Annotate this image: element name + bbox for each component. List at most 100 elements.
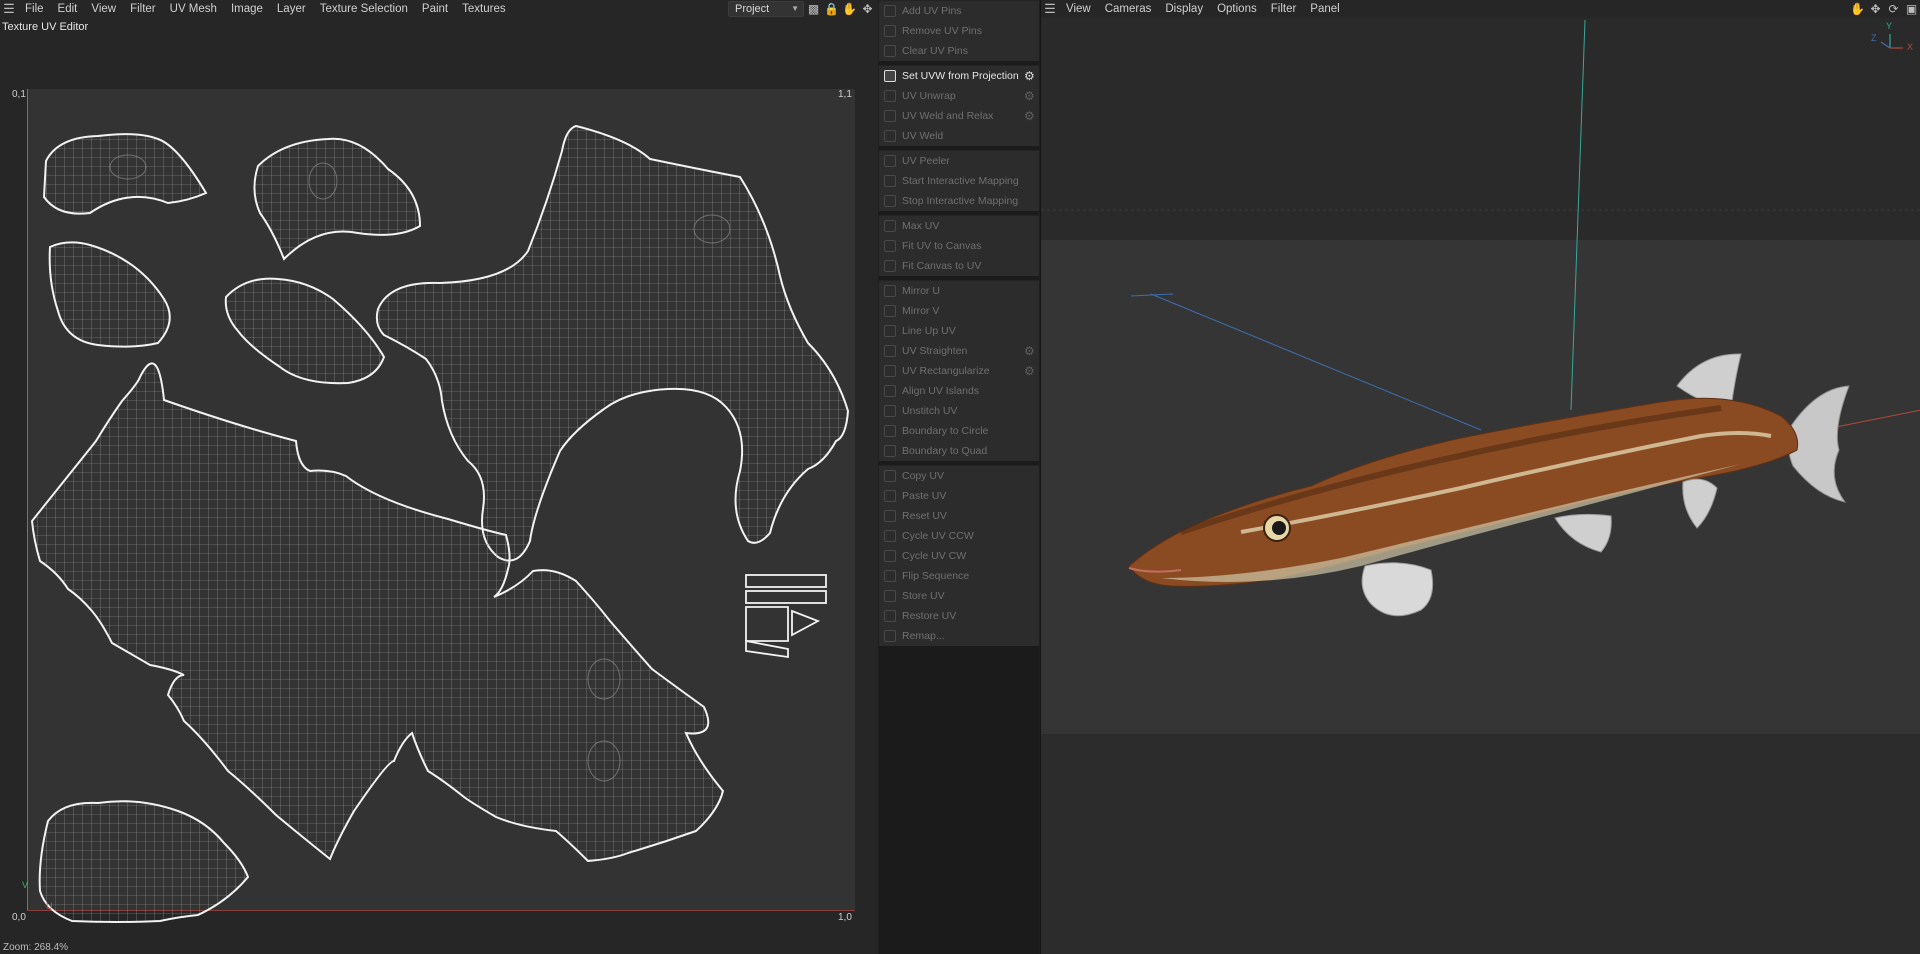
project-dropdown-value: Project — [735, 3, 770, 15]
y-axis-line — [1570, 19, 1586, 411]
command-boundary-to-quad[interactable]: Boundary to Quad — [879, 441, 1039, 461]
gear-icon[interactable]: ⚙ — [1024, 90, 1036, 102]
command-reset-uv[interactable]: Reset UV — [879, 506, 1039, 526]
start-interactive-mapping-icon — [884, 175, 896, 187]
clear-uv-pins-icon — [884, 45, 896, 57]
command-label: Flip Sequence — [902, 570, 970, 582]
command-fit-uv-to-canvas[interactable]: Fit UV to Canvas — [879, 236, 1039, 256]
menu-edit[interactable]: Edit — [51, 0, 85, 18]
command-mirror-u[interactable]: Mirror U — [879, 281, 1039, 301]
gear-icon[interactable]: ⚙ — [1024, 70, 1036, 82]
gear-icon[interactable]: ⚙ — [1024, 110, 1036, 122]
command-uv-unwrap[interactable]: UV Unwrap ⚙ — [879, 86, 1039, 106]
reset-uv-icon — [884, 510, 896, 522]
hand-icon[interactable]: ✋ — [1850, 1, 1865, 16]
uv-island-body-main — [30, 362, 725, 863]
menu-options[interactable]: Options — [1210, 0, 1264, 18]
command-stop-interactive-mapping[interactable]: Stop Interactive Mapping — [879, 191, 1039, 211]
move-icon[interactable]: ✥ — [860, 1, 875, 16]
boundary-to-circle-icon — [884, 425, 896, 437]
menu-texture-selection[interactable]: Texture Selection — [313, 0, 415, 18]
uv-island-head-large — [375, 124, 850, 562]
menu-uv-mesh[interactable]: UV Mesh — [163, 0, 224, 18]
3d-viewport[interactable]: Y Z X — [1041, 18, 1920, 954]
copy-uv-icon — [884, 470, 896, 482]
menu-cameras[interactable]: Cameras — [1098, 0, 1159, 18]
project-dropdown[interactable]: Project ▼ — [728, 1, 804, 17]
command-label: Mirror U — [902, 285, 940, 297]
command-group: Copy UV Paste UV Reset UV Cycle UV CCW Cycle… — [879, 465, 1039, 646]
command-flip-sequence[interactable]: Flip Sequence — [879, 566, 1039, 586]
command-group: UV Peeler Start Interactive Mapping Stop I… — [879, 150, 1039, 211]
unstitch-uv-icon — [884, 405, 896, 417]
command-boundary-to-circle[interactable]: Boundary to Circle — [879, 421, 1039, 441]
menu-image[interactable]: Image — [224, 0, 270, 18]
hand-icon[interactable]: ✋ — [842, 1, 857, 16]
command-uv-weld-and-relax[interactable]: UV Weld and Relax ⚙ — [879, 106, 1039, 126]
lock-icon[interactable]: 🔒 — [824, 1, 839, 16]
command-cycle-uv-ccw[interactable]: Cycle UV CCW — [879, 526, 1039, 546]
menu-filter[interactable]: Filter — [1264, 0, 1304, 18]
command-mirror-v[interactable]: Mirror V — [879, 301, 1039, 321]
gear-icon[interactable]: ⚙ — [1024, 345, 1036, 357]
command-uv-weld[interactable]: UV Weld — [879, 126, 1039, 146]
menu-display[interactable]: Display — [1158, 0, 1210, 18]
3d-scene — [1041, 19, 1920, 617]
menu-paint[interactable]: Paint — [415, 0, 455, 18]
command-uv-rectangularize[interactable]: UV Rectangularize ⚙ — [879, 361, 1039, 381]
menu-layer[interactable]: Layer — [270, 0, 313, 18]
command-set-uvw-from-projection[interactable]: Set UVW from Projection ⚙ — [879, 66, 1039, 86]
menu-filter[interactable]: Filter — [123, 0, 163, 18]
menu-panel[interactable]: Panel — [1303, 0, 1346, 18]
command-add-uv-pins[interactable]: Add UV Pins — [879, 1, 1039, 21]
command-label: Cycle UV CW — [902, 550, 967, 562]
command-fit-canvas-to-uv[interactable]: Fit Canvas to UV — [879, 256, 1039, 276]
command-paste-uv[interactable]: Paste UV — [879, 486, 1039, 506]
uv-small-strip-4 — [791, 609, 821, 637]
rotate-icon[interactable]: ⟳ — [1886, 1, 1901, 16]
command-copy-uv[interactable]: Copy UV — [879, 466, 1039, 486]
uv-island-cheek-mid — [224, 277, 386, 385]
command-restore-uv[interactable]: Restore UV — [879, 606, 1039, 626]
command-label: Remap... — [902, 630, 945, 642]
command-group: Max UV Fit UV to Canvas Fit Canvas to UV — [879, 215, 1039, 276]
layout-icon[interactable]: ▣ — [1904, 1, 1919, 16]
command-group: Mirror U Mirror V Line Up UV UV Straighten ⚙… — [879, 280, 1039, 461]
remap-icon — [884, 630, 896, 642]
uv-small-strip-2 — [745, 590, 827, 604]
v-axis-label: V — [22, 880, 29, 890]
move-icon[interactable]: ✥ — [1868, 1, 1883, 16]
menu-file[interactable]: File — [18, 0, 51, 18]
hamburger-menu-icon[interactable]: ☰ — [1041, 0, 1059, 18]
command-label: Restore UV — [902, 610, 957, 622]
command-unstitch-uv[interactable]: Unstitch UV — [879, 401, 1039, 421]
gear-icon[interactable]: ⚙ — [1024, 365, 1036, 377]
command-uv-peeler[interactable]: UV Peeler — [879, 151, 1039, 171]
menu-textures[interactable]: Textures — [455, 0, 512, 18]
max-uv-icon — [884, 220, 896, 232]
command-remove-uv-pins[interactable]: Remove UV Pins — [879, 21, 1039, 41]
histogram-icon[interactable]: ▩ — [806, 1, 821, 16]
command-uv-straighten[interactable]: UV Straighten ⚙ — [879, 341, 1039, 361]
uv-unwrap-icon — [884, 90, 896, 102]
uv-weld-icon — [884, 130, 896, 142]
fish-pectoral-fin — [1361, 562, 1434, 617]
command-start-interactive-mapping[interactable]: Start Interactive Mapping — [879, 171, 1039, 191]
gizmo-x-label: X — [1907, 42, 1914, 52]
restore-uv-icon — [884, 610, 896, 622]
uv-viewport[interactable]: 0,1 1,1 0,0 1,0 V U — [0, 33, 878, 938]
command-line-up-uv[interactable]: Line Up UV — [879, 321, 1039, 341]
command-cycle-uv-cw[interactable]: Cycle UV CW — [879, 546, 1039, 566]
menu-view[interactable]: View — [1059, 0, 1098, 18]
command-remap[interactable]: Remap... — [879, 626, 1039, 646]
command-clear-uv-pins[interactable]: Clear UV Pins — [879, 41, 1039, 61]
uv-corner-bottom-left: 0,0 — [12, 912, 26, 923]
cycle-uv-ccw-icon — [884, 530, 896, 542]
command-group: Add UV Pins Remove UV Pins Clear UV Pins — [879, 0, 1039, 61]
remove-uv-pins-icon — [884, 25, 896, 37]
command-store-uv[interactable]: Store UV — [879, 586, 1039, 606]
hamburger-menu-icon[interactable]: ☰ — [0, 0, 18, 18]
command-max-uv[interactable]: Max UV — [879, 216, 1039, 236]
menu-view[interactable]: View — [84, 0, 123, 18]
command-align-uv-islands[interactable]: Align UV Islands — [879, 381, 1039, 401]
